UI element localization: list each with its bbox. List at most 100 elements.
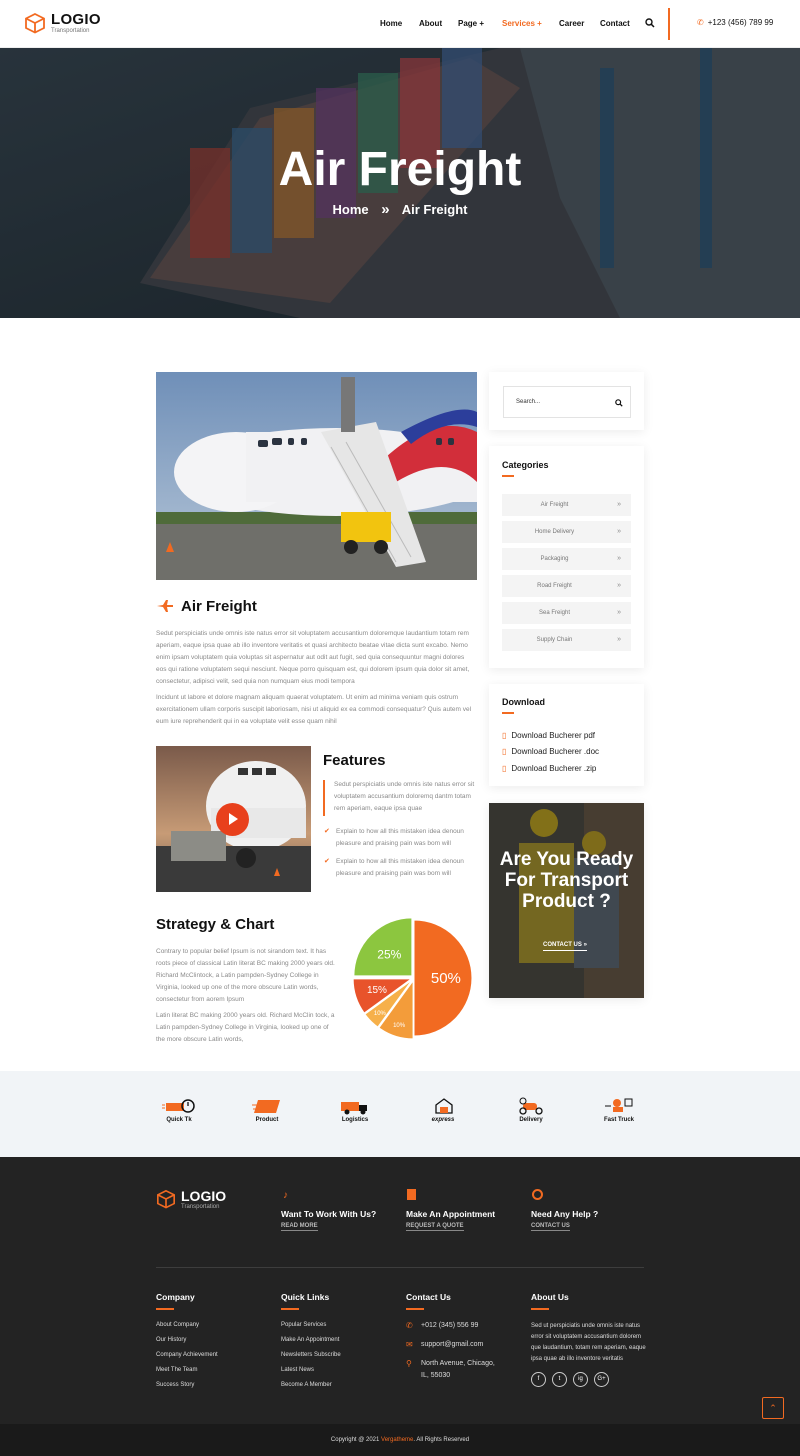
- heading-underline: [406, 1308, 424, 1310]
- footer-link[interactable]: Our History: [156, 1337, 186, 1343]
- features-heading: Features: [323, 752, 386, 769]
- search-box[interactable]: Search...: [503, 386, 631, 418]
- scroll-to-top-button[interactable]: ⌃: [762, 1397, 784, 1419]
- partner-name: express: [431, 1117, 455, 1123]
- category-home-delivery[interactable]: Home Delivery »: [502, 521, 631, 543]
- partner-name: Fast Truck: [603, 1117, 634, 1123]
- partner-logo[interactable]: Delivery: [501, 1097, 561, 1127]
- header-phone-number: +123 (456) 789 99: [707, 18, 774, 27]
- header-phone[interactable]: ✆ +123 (456) 789 99: [697, 18, 773, 27]
- categories-title: Categories: [502, 460, 549, 470]
- about-text: Sed ut perspiciatis unde omnis iste natu…: [531, 1323, 646, 1362]
- feature-item: ✔ Explain to how all this mistaken idea d…: [324, 826, 476, 850]
- category-packaging[interactable]: Packaging »: [502, 548, 631, 570]
- pie-slice-label: 15%: [367, 985, 387, 996]
- footer-cta-title: Need Any Help ?: [531, 1209, 599, 1219]
- footer-link[interactable]: Popular Services: [281, 1322, 326, 1328]
- footer-link[interactable]: Company Achievement: [156, 1352, 218, 1358]
- video-thumbnail[interactable]: [156, 746, 311, 892]
- nav-about[interactable]: About: [419, 19, 442, 28]
- search-icon[interactable]: [615, 399, 623, 407]
- cta-title: Are You Ready For Transport Product ?: [499, 849, 634, 912]
- cta-contact-link[interactable]: CONTACT US »: [543, 942, 587, 951]
- feature-item-text: Explain to how all this mistaken idea de…: [336, 828, 464, 847]
- read-more-link[interactable]: READ MORE: [281, 1223, 318, 1231]
- footer-link[interactable]: Meet The Team: [156, 1367, 197, 1373]
- partner-logo[interactable]: Product: [237, 1097, 297, 1127]
- partner-logo[interactable]: Fast Truck: [589, 1097, 649, 1127]
- nav-services[interactable]: Services +: [502, 19, 542, 28]
- copyright-brand-link[interactable]: Vergatheme: [381, 1437, 413, 1443]
- category-supply-chain[interactable]: Supply Chain »: [502, 629, 631, 651]
- double-chevron-icon: »: [617, 636, 621, 643]
- heading-underline: [156, 1308, 174, 1310]
- download-pdf-link[interactable]: ▯ Download Bucherer pdf: [502, 731, 595, 740]
- partner-name: Delivery: [519, 1117, 543, 1123]
- phone-icon: ✆: [406, 1321, 413, 1330]
- nav-page[interactable]: Page +: [458, 19, 484, 28]
- footer-link[interactable]: About Company: [156, 1322, 199, 1328]
- search-icon[interactable]: [645, 18, 655, 28]
- search-card: Search...: [489, 372, 644, 430]
- download-doc-link[interactable]: ▯ Download Bucherer .doc: [502, 747, 599, 756]
- footer-link[interactable]: Make An Appointment: [281, 1337, 339, 1343]
- download-card: Download ▯ Download Bucherer pdf ▯ Downloa…: [489, 684, 644, 786]
- footer-cta-title: Want To Work With Us?: [281, 1209, 377, 1219]
- contact-phone[interactable]: ✆ +012 (345) 556 99: [406, 1320, 478, 1332]
- pie-slice-label: 10%: [393, 1023, 406, 1029]
- footer-link[interactable]: Latest News: [281, 1367, 314, 1373]
- brand-tagline: Transportation: [51, 28, 90, 34]
- nav-contact[interactable]: Contact: [600, 19, 630, 28]
- footer-link[interactable]: Success Story: [156, 1382, 194, 1388]
- instagram-icon[interactable]: ig: [573, 1372, 588, 1387]
- search-input[interactable]: Search...: [516, 399, 540, 405]
- cta-link-label: CONTACT US: [543, 942, 582, 948]
- partner-logos-strip: Quick Tk Product Logistics express Deliv…: [0, 1071, 800, 1157]
- footer-link[interactable]: Become A Member: [281, 1382, 332, 1388]
- footer-brand-tagline: Transportation: [181, 1204, 220, 1210]
- nav-home[interactable]: Home: [380, 19, 402, 28]
- file-icon: ▯: [502, 731, 507, 740]
- google-plus-icon[interactable]: G+: [594, 1372, 609, 1387]
- box-logo-icon: [157, 1189, 175, 1209]
- partner-logo[interactable]: Quick Tk: [149, 1097, 209, 1127]
- double-chevron-icon: »: [617, 609, 621, 616]
- twitter-icon[interactable]: t: [552, 1372, 567, 1387]
- partner-logo[interactable]: Logistics: [325, 1097, 385, 1127]
- box-logo-icon: [25, 12, 45, 34]
- contact-email[interactable]: ✉ support@gmail.com: [406, 1339, 484, 1351]
- footer-divider: [156, 1267, 644, 1268]
- features-quote: Sedut perspiciatis unde omnis iste natus…: [334, 781, 475, 812]
- phone-icon: ✆: [697, 18, 704, 27]
- footer-link[interactable]: Newsletters Subscribe: [281, 1352, 341, 1358]
- download-title: Download: [502, 697, 545, 707]
- category-air-freight[interactable]: Air Freight »: [502, 494, 631, 516]
- download-zip-link[interactable]: ▯ Download Bucherer .zip: [502, 764, 596, 773]
- site-header: LOGIO Transportation Home About Page + S…: [0, 0, 800, 48]
- category-sea-freight[interactable]: Sea Freight »: [502, 602, 631, 624]
- quote-bar: [323, 780, 325, 816]
- contact-us-link[interactable]: CONTACT US: [531, 1223, 570, 1231]
- pie-slice-label: 10%: [374, 1011, 387, 1017]
- double-chevron-icon: »: [617, 555, 621, 562]
- contact-email-text: support@gmail.com: [421, 1341, 484, 1348]
- breadcrumb-home[interactable]: Home: [333, 202, 369, 217]
- category-label: Packaging: [540, 556, 569, 562]
- footer-brand-name[interactable]: LOGIO: [181, 1188, 226, 1204]
- feature-item: ✔ Explain to how all this mistaken idea d…: [324, 856, 476, 880]
- footer-cta-title: Make An Appointment: [406, 1209, 496, 1219]
- partner-name: Product: [255, 1117, 279, 1123]
- request-quote-link[interactable]: REQUEST A QUOTE: [406, 1223, 464, 1231]
- nav-career[interactable]: Career: [559, 19, 584, 28]
- partner-name: Logistics: [341, 1117, 369, 1123]
- play-button[interactable]: [216, 803, 249, 836]
- category-label: Air Freight: [540, 502, 569, 508]
- location-pin-icon: ⚲: [406, 1359, 412, 1368]
- category-road-freight[interactable]: Road Freight »: [502, 575, 631, 597]
- breadcrumb-current: Air Freight: [401, 202, 468, 217]
- file-icon: ▯: [502, 747, 507, 756]
- facebook-icon[interactable]: f: [531, 1372, 546, 1387]
- download-label: Download Bucherer pdf: [511, 731, 596, 740]
- partner-logo[interactable]: express: [413, 1097, 473, 1127]
- brand-name[interactable]: LOGIO: [51, 11, 101, 28]
